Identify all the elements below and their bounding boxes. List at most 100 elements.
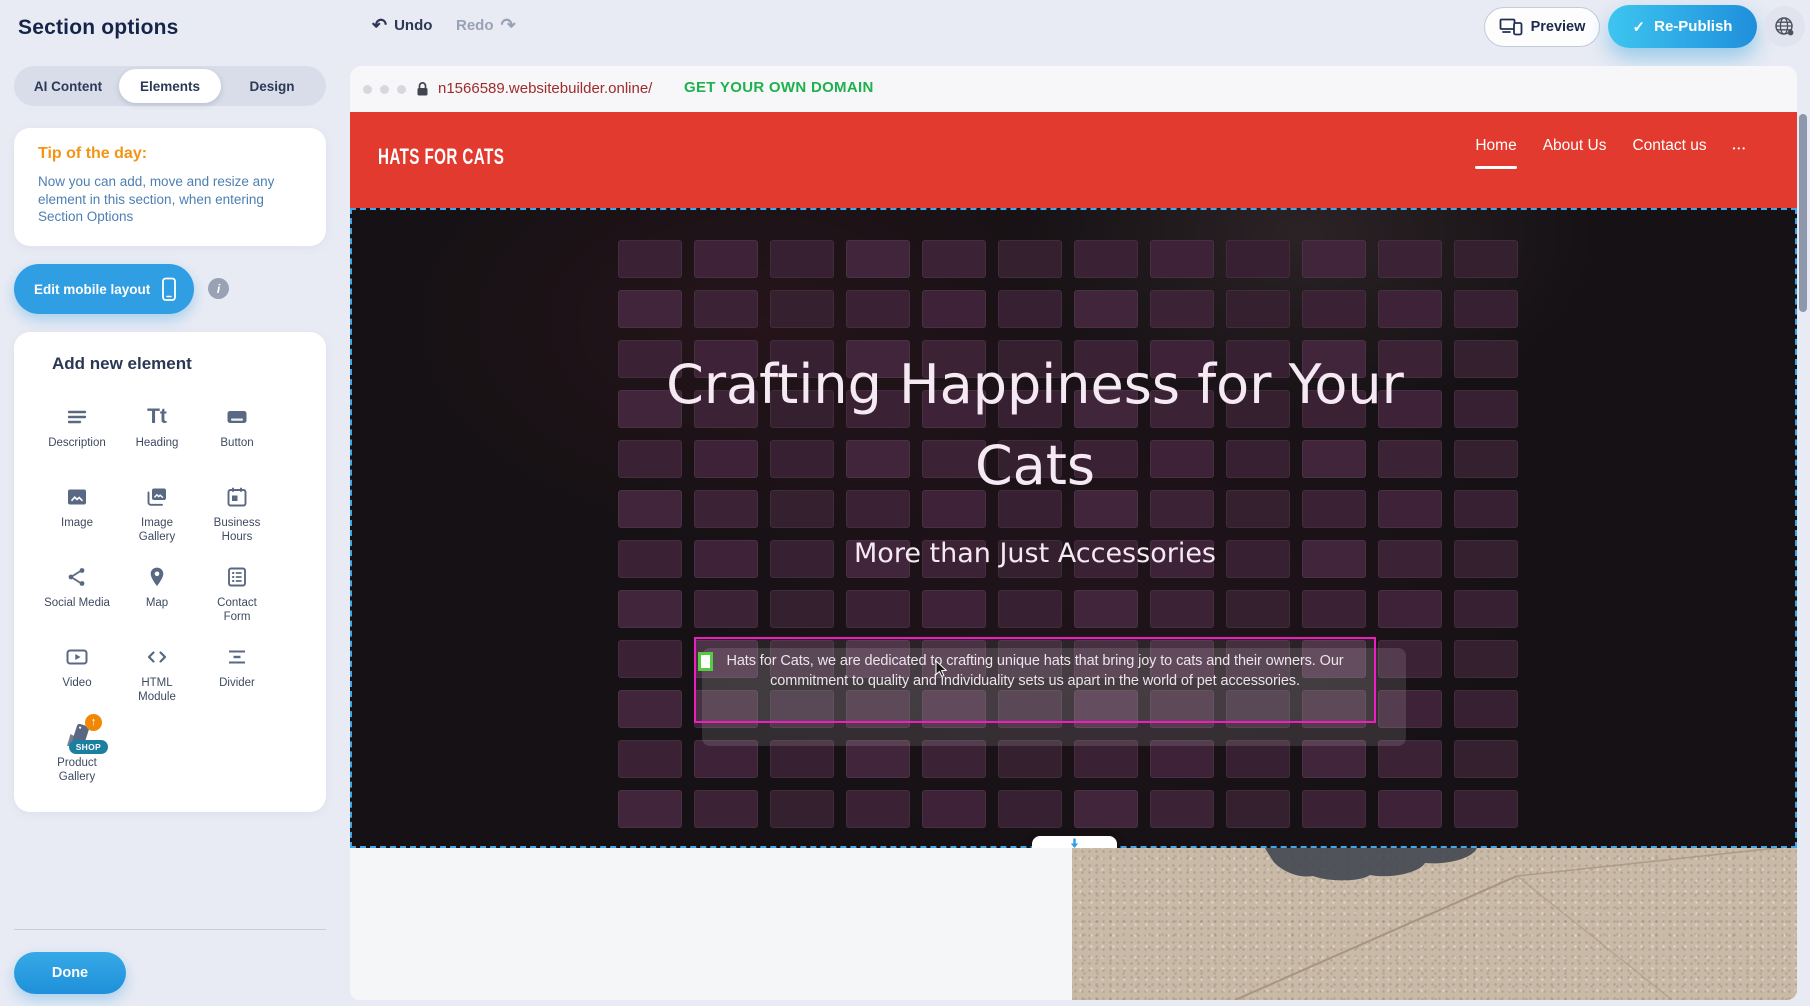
hero-tile <box>1378 790 1442 828</box>
hero-tile <box>998 240 1062 278</box>
hero-tile <box>618 240 682 278</box>
upgrade-arrow-badge: ↑ <box>85 714 102 731</box>
undo-button[interactable]: ↶ Undo <box>372 16 432 34</box>
business-hours-icon <box>225 482 249 512</box>
page-title: Section options <box>18 16 179 40</box>
language-globe-button[interactable] <box>1764 6 1805 47</box>
element-divider[interactable]: Divider <box>197 642 277 708</box>
tab-elements[interactable]: Elements <box>119 69 221 103</box>
contact-form-icon <box>225 562 249 592</box>
description-element-selected[interactable]: Hats for Cats, we are dedicated to craft… <box>694 637 1376 723</box>
element-image[interactable]: Image <box>37 482 117 548</box>
hero-tile <box>618 690 682 728</box>
hero-tile <box>618 640 682 678</box>
hero-tile <box>1454 290 1518 328</box>
hero-tile <box>922 590 986 628</box>
hero-tile <box>1454 740 1518 778</box>
element-map[interactable]: Map <box>117 562 197 628</box>
hero-tile <box>998 590 1062 628</box>
hero-tile <box>846 240 910 278</box>
preview-label: Preview <box>1531 19 1586 35</box>
elements-grid: Description Tt Heading Button Image Imag… <box>37 402 277 788</box>
shop-badge: SHOP <box>69 740 108 754</box>
video-icon <box>65 642 89 672</box>
element-image-gallery[interactable]: Image Gallery <box>117 482 197 548</box>
nav-item-about-us[interactable]: About Us <box>1543 137 1607 155</box>
hero-tile <box>1302 290 1366 328</box>
hero-tile <box>1454 790 1518 828</box>
devices-icon <box>1499 18 1523 36</box>
nav-active-underline <box>1475 166 1516 169</box>
hero-tile <box>922 790 986 828</box>
element-social-media[interactable]: Social Media <box>37 562 117 628</box>
hero-tile <box>618 590 682 628</box>
redo-icon: ↷ <box>501 16 516 34</box>
tab-design[interactable]: Design <box>221 69 323 103</box>
hero-tile <box>1150 290 1214 328</box>
undo-label: Undo <box>394 17 432 34</box>
hero-tile <box>846 790 910 828</box>
divider-icon <box>225 642 249 672</box>
hero-subheading[interactable]: More than Just Accessories <box>655 538 1415 569</box>
info-icon[interactable]: i <box>208 278 229 299</box>
browser-chrome-bar: n1566589.websitebuilder.online/ GET YOUR… <box>350 66 1797 112</box>
element-description[interactable]: Description <box>37 402 117 468</box>
preview-button[interactable]: Preview <box>1484 7 1600 47</box>
mouse-cursor <box>935 660 949 678</box>
hero-heading[interactable]: Crafting Happiness for Your Cats <box>655 344 1415 506</box>
hero-tile <box>1378 240 1442 278</box>
hero-tile <box>694 290 758 328</box>
hero-tile <box>1454 490 1518 528</box>
hero-tile <box>998 790 1062 828</box>
element-button[interactable]: Button <box>197 402 277 468</box>
hero-tile <box>846 290 910 328</box>
sidebar-divider <box>14 929 326 930</box>
hero-tile <box>1454 690 1518 728</box>
hero-tile <box>1454 440 1518 478</box>
hero-tile <box>1454 540 1518 578</box>
hero-tile <box>1226 240 1290 278</box>
hero-tile <box>846 590 910 628</box>
hero-tile <box>1074 790 1138 828</box>
edit-mobile-layout-button[interactable]: Edit mobile layout <box>14 264 194 314</box>
element-drag-handle[interactable] <box>698 652 713 671</box>
done-button[interactable]: Done <box>14 952 126 994</box>
hero-section-selected[interactable]: Crafting Happiness for Your Cats More th… <box>350 208 1797 848</box>
element-contact-form[interactable]: Contact Form <box>197 562 277 628</box>
hero-tile <box>1454 390 1518 428</box>
hero-tile <box>770 240 834 278</box>
republish-label: Re-Publish <box>1654 18 1732 35</box>
republish-button[interactable]: ✓ Re-Publish <box>1608 5 1757 48</box>
hero-tile <box>998 290 1062 328</box>
nav-more-icon[interactable]: ••• <box>1733 140 1747 153</box>
element-html-module[interactable]: HTML Module <box>117 642 197 708</box>
edit-mobile-label: Edit mobile layout <box>34 282 150 297</box>
hero-tile <box>618 790 682 828</box>
site-header[interactable]: HATS FOR CATS Home About Us Contact us •… <box>350 112 1797 208</box>
site-logo[interactable]: HATS FOR CATS <box>378 145 504 170</box>
product-gallery-icon: SHOP ↑ <box>60 722 94 752</box>
tip-title: Tip of the day: <box>38 145 147 163</box>
element-heading[interactable]: Tt Heading <box>117 402 197 468</box>
redo-button[interactable]: Redo ↷ <box>456 16 516 34</box>
element-product-gallery[interactable]: SHOP ↑ Product Gallery <box>37 722 117 788</box>
element-business-hours[interactable]: Business Hours <box>197 482 277 548</box>
site-url[interactable]: n1566589.websitebuilder.online/ <box>438 80 652 97</box>
page-scrollbar[interactable] <box>1799 114 1807 312</box>
globe-icon <box>1774 16 1795 37</box>
get-domain-link[interactable]: GET YOUR OWN DOMAIN <box>684 79 874 96</box>
tab-ai-content[interactable]: AI Content <box>17 69 119 103</box>
floor-details <box>1072 848 1797 1000</box>
heading-icon: Tt <box>147 402 167 432</box>
hero-tile <box>1454 640 1518 678</box>
hero-tile <box>618 290 682 328</box>
hero-tile <box>1302 590 1366 628</box>
nav-item-contact-us[interactable]: Contact us <box>1632 137 1706 155</box>
hero-tile <box>770 790 834 828</box>
nav-item-home[interactable]: Home <box>1475 137 1516 155</box>
hero-tile <box>1150 790 1214 828</box>
next-section[interactable] <box>350 848 1797 1000</box>
element-video[interactable]: Video <box>37 642 117 708</box>
redo-label: Redo <box>456 17 494 34</box>
add-element-title: Add new element <box>52 354 192 374</box>
